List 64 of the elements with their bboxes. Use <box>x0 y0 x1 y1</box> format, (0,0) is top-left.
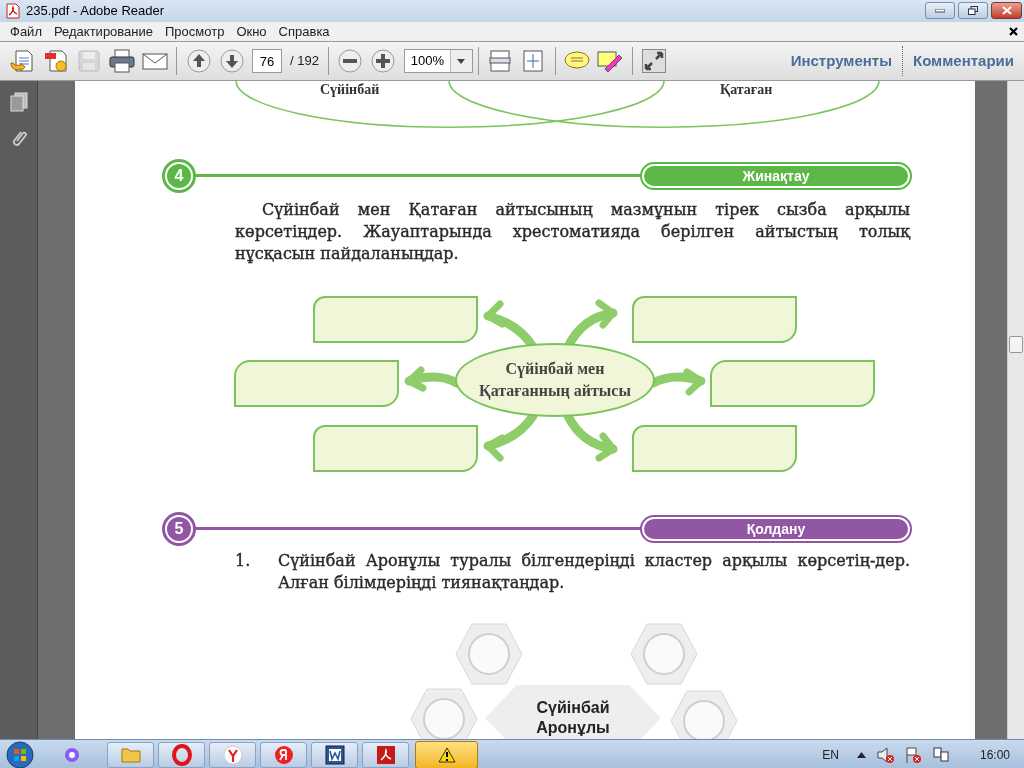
menu-item[interactable]: Редактирование <box>49 21 157 42</box>
hexagon-node <box>455 623 523 685</box>
muted-speaker-icon <box>875 745 894 764</box>
taskbar-app[interactable] <box>209 741 256 768</box>
warning-icon <box>437 746 456 763</box>
clock: 16:00 <box>979 746 1010 764</box>
restore-button[interactable] <box>958 2 988 19</box>
restore-icon <box>968 6 978 15</box>
close-icon <box>1001 6 1012 15</box>
print-icon <box>108 49 135 73</box>
taskbar-app[interactable] <box>311 741 358 768</box>
window-title: 235.pdf - Adobe Reader <box>26 2 165 21</box>
zoom-in-icon <box>371 49 396 73</box>
taskbar-app[interactable] <box>362 741 409 768</box>
fit-page-icon <box>489 49 512 73</box>
assistant-icon <box>64 746 80 763</box>
pdf-icon <box>374 743 397 766</box>
zoom-out-icon <box>338 49 363 73</box>
pages-button[interactable] <box>7 91 30 113</box>
task-paragraph: Сүйінбай мен Қатаған айтысының мазмұнын тірек сызба арқылы көрсетіңдер. Жауаптарында хрестоматияда берілген айтыстың толық нұсқасын пайдаланыңдар. <box>235 199 910 265</box>
network-icon <box>931 745 950 764</box>
menu-item[interactable]: Окно <box>232 21 271 42</box>
menu-item[interactable]: Просмотр <box>161 21 229 42</box>
caret-icon <box>457 58 466 64</box>
diagram-label: Қатаған <box>720 83 773 97</box>
pdf-icon <box>6 3 20 19</box>
next-page-icon <box>219 49 244 73</box>
hexagon-node <box>630 623 698 685</box>
zoom-field[interactable]: 100% <box>403 49 473 73</box>
section-number: 4 <box>162 159 196 193</box>
task-paragraph: Сүйінбай Аронұлы туралы білгендеріңді кластер арқылы көрсетің-дер. Алған білімдеріңді тиянақтаңдар. <box>278 550 910 594</box>
item-number: 1. <box>235 550 252 572</box>
language-indicator: EN <box>822 746 839 764</box>
open-icon <box>9 49 36 73</box>
page-number-field[interactable]: 76 <box>252 49 282 73</box>
pages-icon <box>9 92 28 112</box>
minimize-icon <box>935 8 945 13</box>
highlight-text-icon <box>597 49 624 73</box>
letter-ya-icon <box>272 743 295 766</box>
up-arrow-icon <box>856 751 866 758</box>
central-label: Сүйінбай Аронұлы <box>536 698 610 738</box>
section-number: 5 <box>162 512 196 546</box>
browser-icon <box>221 743 244 766</box>
scrollbar[interactable] <box>1007 81 1024 739</box>
previous-page-icon <box>186 49 211 73</box>
tools-tab[interactable]: Инструменты <box>780 49 902 73</box>
section-tag: Қолдану <box>644 519 908 539</box>
full-screen-icon <box>642 49 667 73</box>
page-total: / 192 <box>290 52 319 71</box>
close-icon[interactable] <box>1009 27 1018 36</box>
save-icon <box>77 49 100 73</box>
create-pdf-icon <box>42 49 69 73</box>
flag-icon <box>903 745 922 764</box>
diagram-label: Сүйінбай <box>320 83 380 97</box>
section-tag: Жинақтау <box>644 166 908 186</box>
fit-width-icon <box>522 49 545 73</box>
central-label: Сүйінбай мен Қатағанның айтысы <box>479 359 631 402</box>
close-button[interactable] <box>991 2 1022 19</box>
menu-item[interactable]: Справка <box>274 21 334 42</box>
word-icon <box>323 743 346 766</box>
menu-item[interactable]: Файл <box>6 21 46 42</box>
opera-icon <box>170 743 193 766</box>
windows-logo-icon <box>6 740 34 768</box>
comments-tab[interactable]: Комментарии <box>903 49 1024 73</box>
